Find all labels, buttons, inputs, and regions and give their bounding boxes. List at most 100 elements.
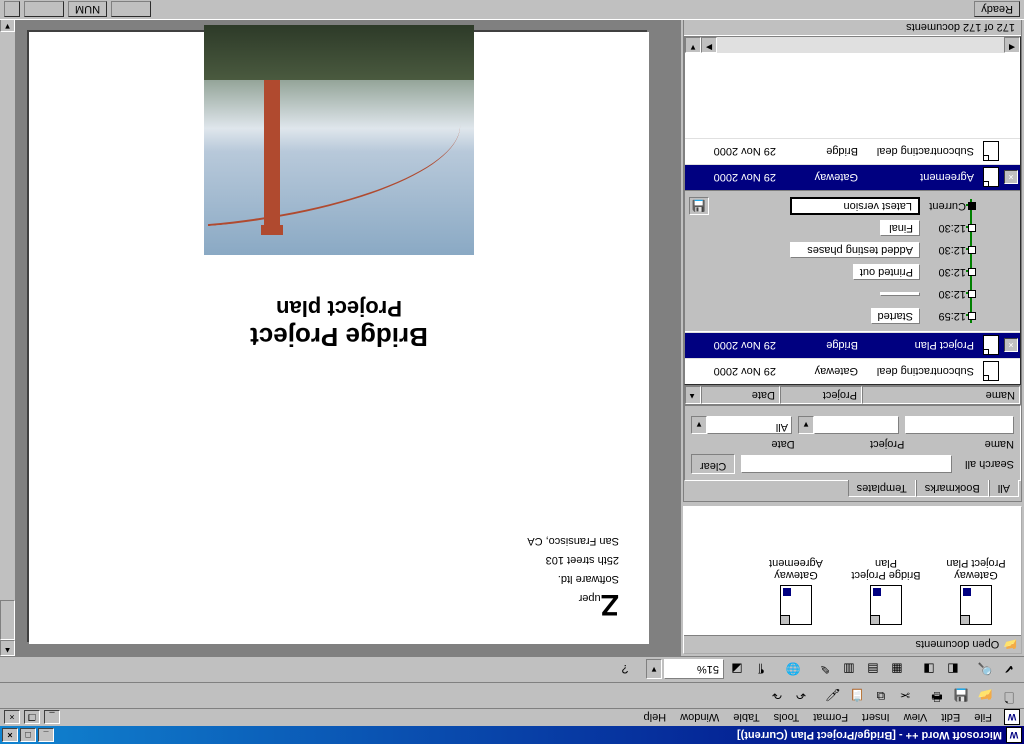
name-input[interactable] [905,416,1014,434]
zoom-input[interactable]: 51% [664,660,724,680]
version-tree: 12:59 Started 12:30 12:30 Printed out [685,190,1020,332]
chevron-down-icon[interactable]: ▼ [691,416,707,434]
scroll-up-icon[interactable]: ▲ [0,640,15,656]
col-project[interactable]: Project [780,386,862,404]
menu-format[interactable]: Format [807,711,854,725]
menu-file[interactable]: File [968,711,998,725]
save-icon[interactable]: 💾 [950,685,972,707]
status-num: NUM [68,2,107,18]
menubar: W File Edit View Insert Format Tools Tab… [0,708,1024,726]
cell-project: Bridge [780,146,862,158]
drawing-icon[interactable]: ✎ [814,659,836,681]
document-title: Bridge Project Project plan [59,295,619,352]
list-row[interactable]: Subcontracting deal Bridge 29 Nov 2000 [685,138,1020,164]
list-row[interactable]: Subcontracting deal Gateway 29 Nov 2000 [685,358,1020,384]
open-icon[interactable]: 📂 [974,685,996,707]
maximize-button[interactable]: □ [20,728,36,742]
date-combo[interactable]: All▼ [691,416,792,434]
save-version-icon[interactable]: 💾 [689,197,709,215]
menu-help[interactable]: Help [638,711,673,725]
new-doc-icon[interactable]: 🗋 [998,685,1020,707]
excel-icon[interactable]: ▤ [862,659,884,681]
version-row-current[interactable]: Current Latest version 💾 [689,195,966,217]
document-area: Zuper Software ltd. 25th street 103 San … [0,16,679,656]
version-label: Printed out [853,264,920,280]
tab-all[interactable]: All [989,480,1019,497]
scroll-thumb[interactable] [0,600,15,640]
tab-bookmarks[interactable]: Bookmarks [916,480,989,497]
workspace: 📂 Open documents GatewayProject Plan Bri… [0,16,1024,656]
menu-insert[interactable]: Insert [856,711,896,725]
copy-icon[interactable]: ⧉ [870,685,892,707]
scroll-left-icon[interactable]: ◀ [1004,37,1020,53]
formatting-toolbar: ✔ 🔍 ◧ ◨ ▦ ▤ ▥ ✎ 🌐 ¶ ◪ 51% ▼ ? [0,656,1024,682]
tab-templates[interactable]: Templates [848,480,916,497]
table-icon[interactable]: ▦ [886,659,908,681]
project-combo[interactable]: ▼ [798,416,899,434]
col-date[interactable]: Date [701,386,780,404]
paste-icon[interactable]: 📋 [846,685,868,707]
clear-button[interactable]: Clear [691,454,735,474]
spellcheck-icon[interactable]: ✔ [998,659,1020,681]
version-row[interactable]: 12:30 [689,283,966,305]
version-time: 12:30 [926,244,966,256]
mdi-close-button[interactable]: × [4,711,20,725]
menu-table[interactable]: Table [727,711,765,725]
version-row[interactable]: 12:59 Started [689,305,966,327]
cut-icon[interactable]: ✂ [894,685,916,707]
map-icon[interactable]: 🌐 [782,659,804,681]
version-time: 12:30 [926,222,966,234]
cell-name: Subcontracting deal [862,366,978,378]
menu-edit[interactable]: Edit [935,711,966,725]
version-label: Started [871,308,920,324]
close-doc-icon[interactable]: × [1004,339,1018,353]
help-icon[interactable]: ? [614,659,636,681]
title-line-1: Bridge Project [59,321,619,352]
cell-date: 29 Nov 2000 [710,172,780,184]
format-painter-icon[interactable]: 🖌 [822,685,844,707]
close-doc-icon[interactable]: × [1004,171,1018,185]
version-row[interactable]: 12:30 Printed out [689,261,966,283]
left-pane: 📂 Open documents GatewayProject Plan Bri… [679,16,1024,656]
col-name[interactable]: Name [862,386,1020,404]
version-row[interactable]: 12:30 Added testing phases [689,239,966,261]
doc-label: GatewayProject Plan [946,557,1005,581]
tool-icon-3[interactable]: ◪ [726,659,748,681]
menu-window[interactable]: Window [674,711,725,725]
list-row[interactable]: × Agreement Gateway 29 Nov 2000 [685,164,1020,190]
close-button[interactable]: × [2,728,18,742]
tool-icon-1[interactable]: ◧ [942,659,964,681]
minimize-button[interactable]: _ [38,728,54,742]
scroll-right-icon[interactable]: ▶ [701,37,717,53]
scroll-up-icon[interactable]: ▲ [685,386,701,404]
resize-grip-icon[interactable] [4,2,20,18]
address-line-1: 25th street 103 [546,554,619,566]
status-ready: Ready [974,2,1020,18]
zoom-dropdown-icon[interactable]: ▼ [646,660,662,680]
redo-icon[interactable]: ↷ [766,685,788,707]
search-icon[interactable]: 🔍 [974,659,996,681]
bridge-photo [204,25,474,255]
mdi-minimize-button[interactable]: _ [44,711,60,725]
tool-icon-2[interactable]: ◨ [918,659,940,681]
menu-view[interactable]: View [898,711,934,725]
chevron-down-icon[interactable]: ▼ [798,416,814,434]
doc-icon [978,336,1004,356]
version-row[interactable]: 12:30 Final [689,217,966,239]
columns-icon[interactable]: ▥ [838,659,860,681]
scroll-down-icon[interactable]: ▼ [685,37,701,53]
open-doc-gateway-agreement[interactable]: GatewayAgreement [761,557,831,625]
search-all-label: Search all [958,458,1014,470]
menu-tools[interactable]: Tools [768,711,806,725]
undo-icon[interactable]: ↶ [790,685,812,707]
mdi-restore-button[interactable]: ❐ [24,711,40,725]
search-all-input[interactable] [741,455,952,473]
list-row[interactable]: × Project Plan Bridge 29 Nov 2000 [685,332,1020,358]
open-doc-gateway-project-plan[interactable]: GatewayProject Plan [941,557,1011,625]
show-hide-icon[interactable]: ¶ [750,659,772,681]
vertical-scrollbar[interactable]: ▲ ▼ [0,16,16,656]
doc-system-icon[interactable]: W [1004,710,1020,726]
print-icon[interactable]: 🖶 [926,685,948,707]
folder-icon: 📂 [1003,638,1017,651]
open-doc-bridge-project-plan[interactable]: Bridge ProjectPlan [851,557,921,625]
